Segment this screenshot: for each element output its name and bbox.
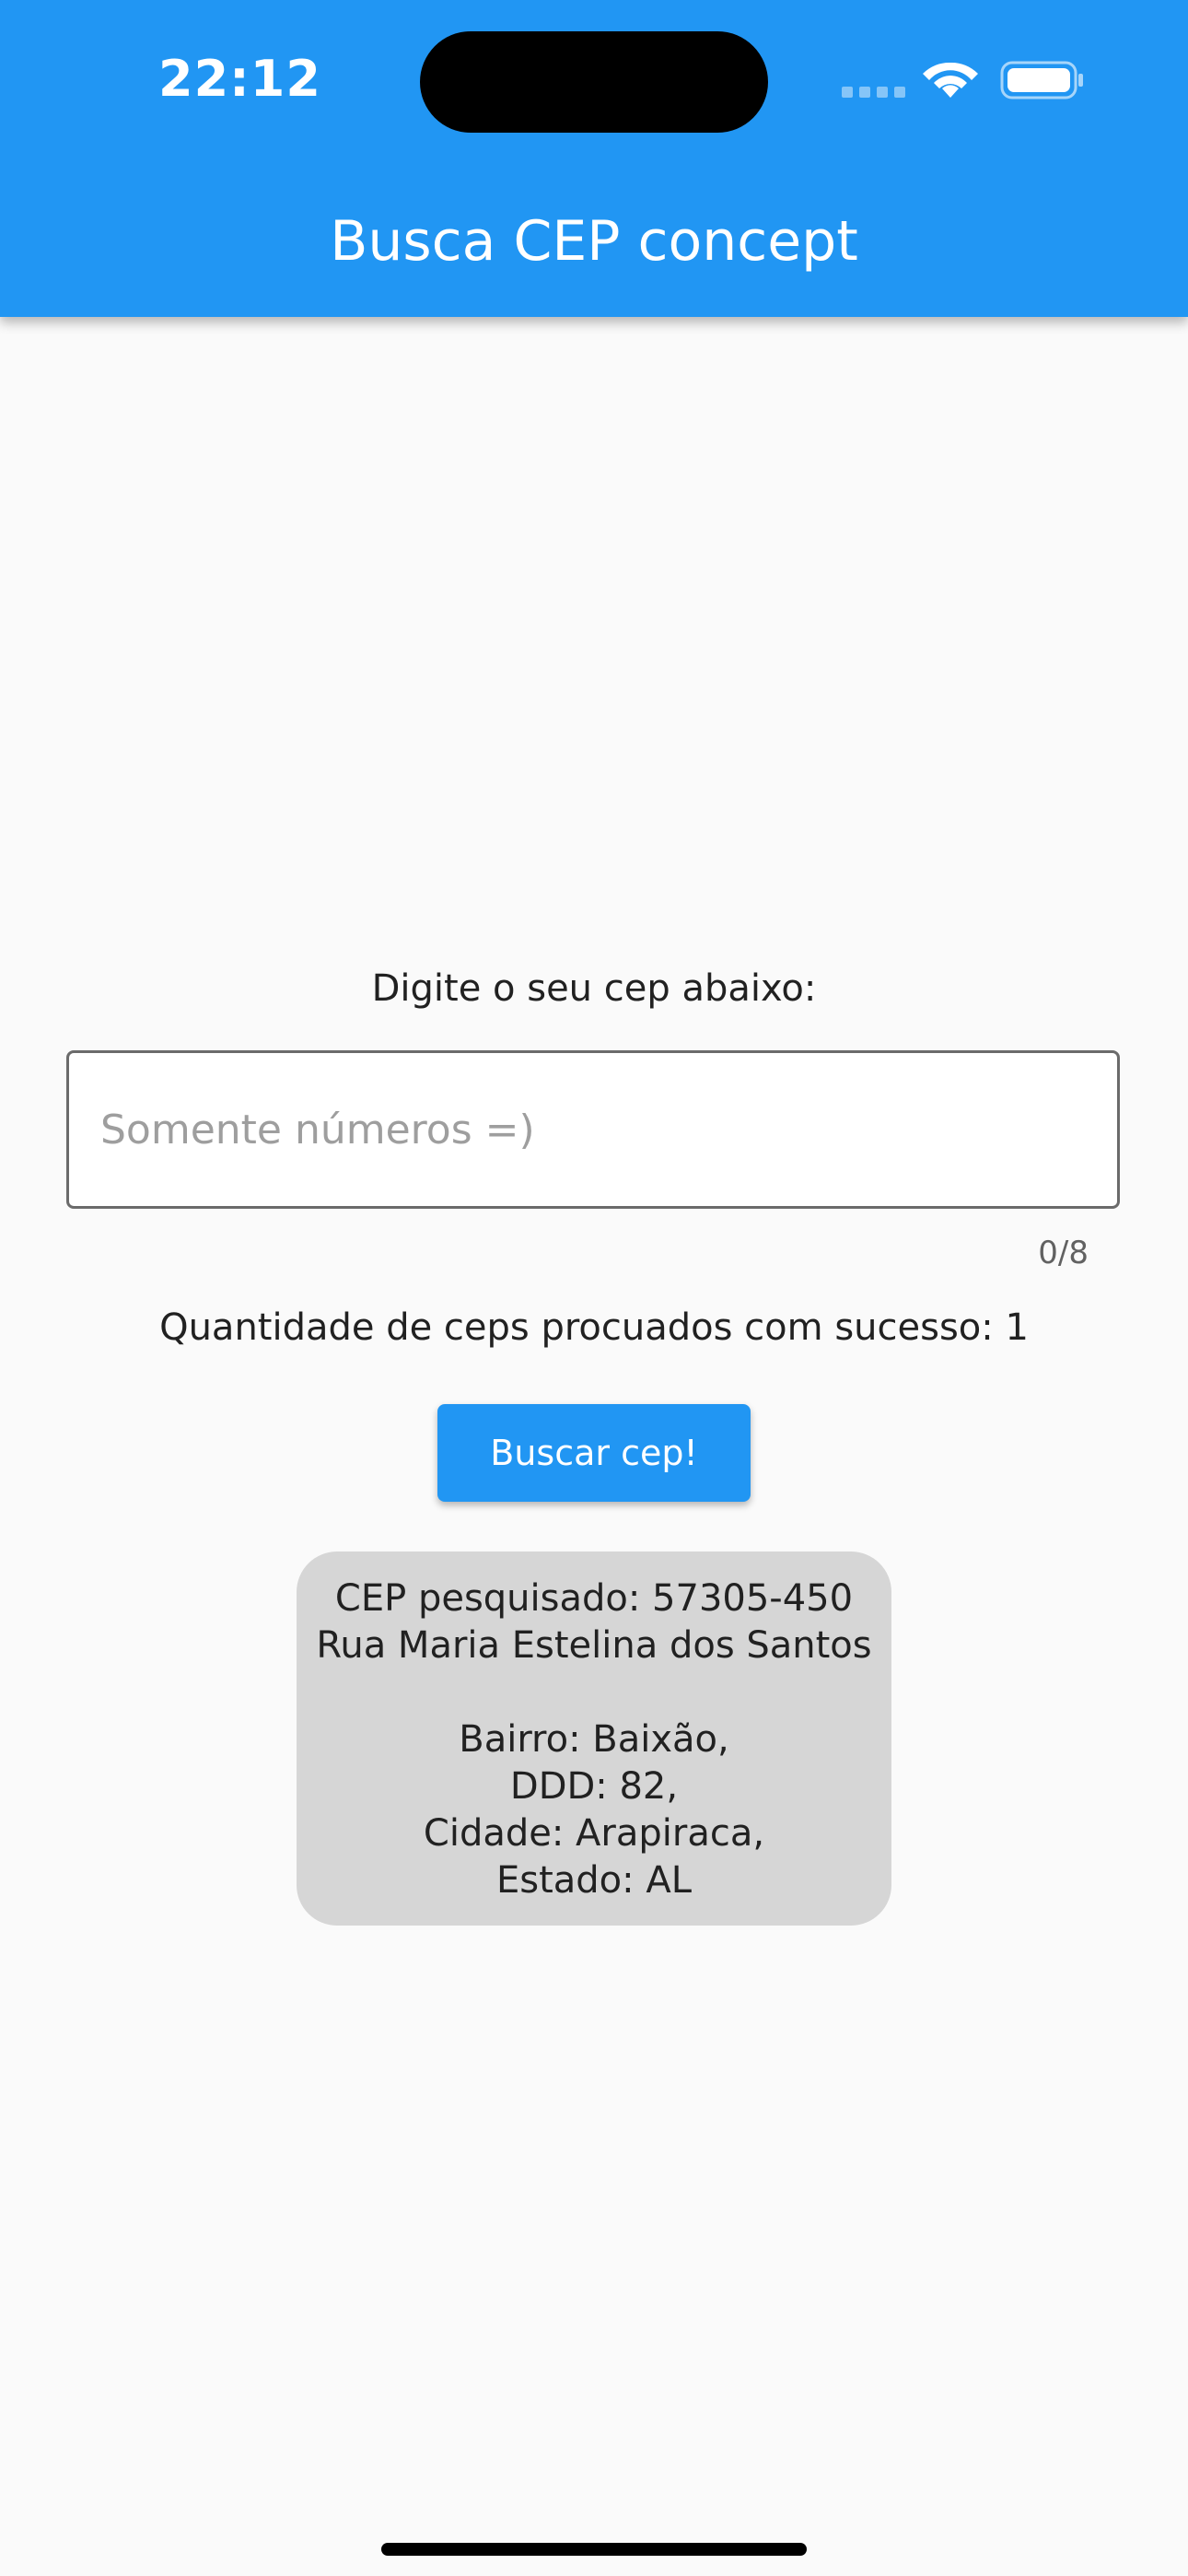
dynamic-island xyxy=(420,31,768,133)
result-street: Rua Maria Estelina dos Santos xyxy=(316,1624,872,1667)
success-count-text: Quantidade de ceps procuados com sucesso… xyxy=(159,1306,1029,1349)
page-title: Busca CEP concept xyxy=(330,209,858,274)
search-cep-button[interactable]: Buscar cep! xyxy=(437,1404,751,1502)
result-card: CEP pesquisado: 57305-450 Rua Maria Este… xyxy=(297,1551,891,1926)
result-cep-line: CEP pesquisado: 57305-450 xyxy=(334,1577,854,1620)
home-indicator[interactable] xyxy=(381,2543,807,2556)
app-bar: 22:12 Busca CEP concept xyxy=(0,0,1188,317)
result-ddd: DDD: 82, xyxy=(509,1765,679,1808)
battery-icon xyxy=(1000,61,1083,100)
result-spacer xyxy=(297,1669,891,1716)
cep-prompt-label: Digite o seu cep abaixo: xyxy=(371,967,817,1010)
result-state: Estado: AL xyxy=(495,1859,692,1902)
wifi-icon xyxy=(923,62,978,98)
cep-input[interactable] xyxy=(66,1050,1120,1209)
character-counter: 0/8 xyxy=(1038,1235,1089,1271)
result-neighborhood: Bairro: Baixão, xyxy=(459,1718,729,1761)
status-time: 22:12 xyxy=(158,50,321,108)
signal-dots-icon xyxy=(842,87,906,98)
result-city: Cidade: Arapiraca, xyxy=(423,1812,765,1855)
